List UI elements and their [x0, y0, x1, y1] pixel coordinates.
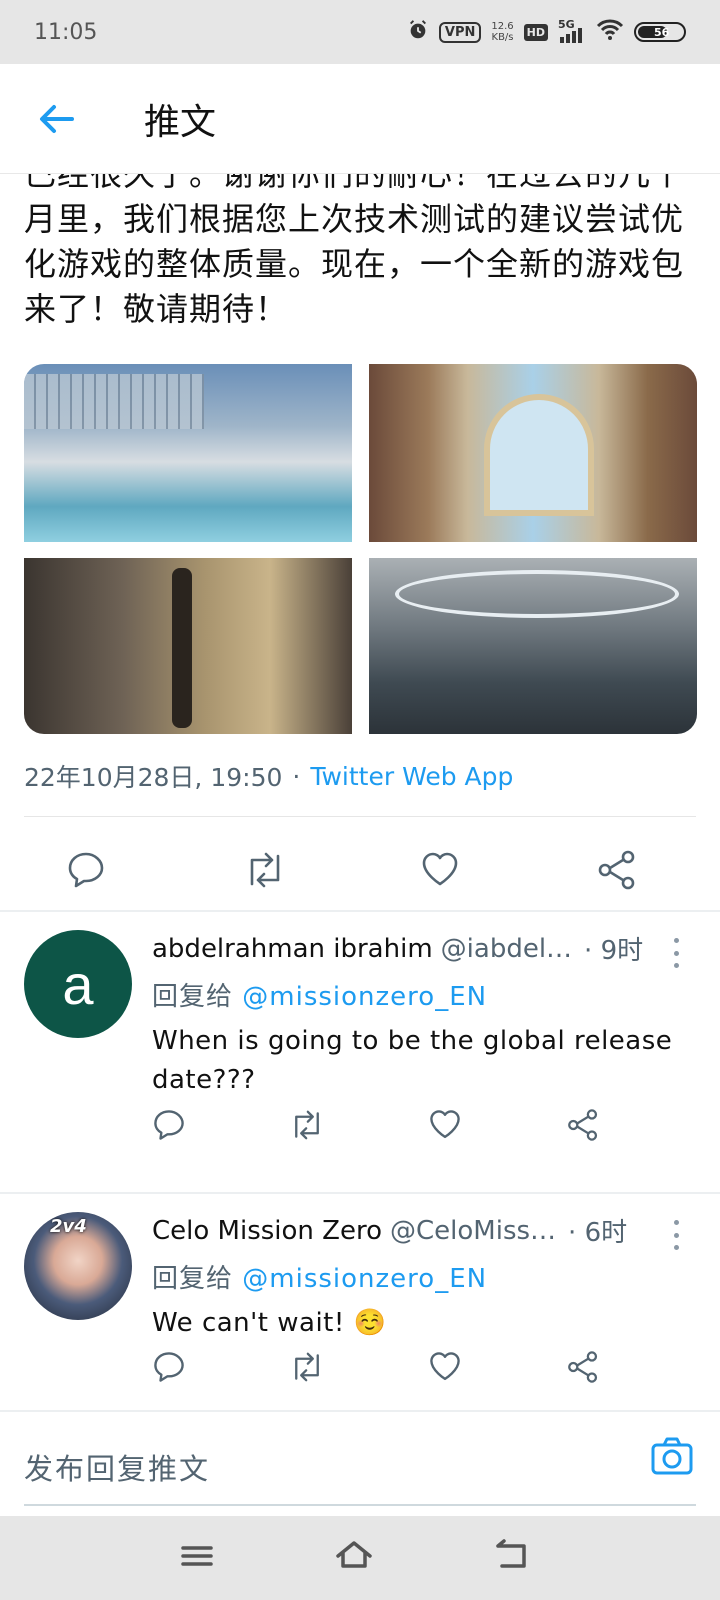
reply-button[interactable] — [66, 850, 106, 890]
share-button[interactable] — [566, 1108, 600, 1142]
battery-icon: 56 — [634, 22, 686, 42]
tweet-media-grid — [24, 364, 697, 734]
retweet-icon — [295, 1110, 319, 1140]
tweet-image-control-room[interactable] — [369, 558, 697, 734]
tweet-actions — [0, 834, 720, 910]
reply-tweet[interactable]: a abdelrahman ibrahim @iabdel… · 9时 回复给 … — [0, 930, 720, 1166]
reply-author-name[interactable]: abdelrahman ibrahim — [152, 934, 433, 964]
replying-to: 回复给 @missionzero_EN — [152, 1258, 487, 1295]
like-button[interactable] — [420, 850, 460, 890]
status-icons: VPN 12.6 KB/s HD 5G 56 — [407, 18, 686, 45]
retweet-icon — [295, 1352, 319, 1382]
reply-author-handle[interactable]: @CeloMiss… — [390, 1216, 556, 1246]
meta-separator: · — [292, 761, 301, 791]
back-icon — [496, 1539, 526, 1568]
vpn-badge: VPN — [438, 21, 482, 43]
comment-icon — [154, 1110, 184, 1140]
replying-to: 回复给 @missionzero_EN — [152, 976, 487, 1013]
speed-unit: KB/s — [491, 32, 514, 43]
system-nav-bar — [0, 1516, 720, 1600]
reply-actions — [152, 1102, 612, 1152]
speed-value: 12.6 — [491, 21, 514, 32]
network-speed: 12.6 KB/s — [491, 21, 513, 43]
avatar[interactable]: a — [24, 930, 132, 1038]
reply-to-label: 回复给 — [152, 1264, 234, 1294]
reply-text: We can't wait! ☺️ — [152, 1308, 387, 1338]
like-button[interactable] — [428, 1108, 462, 1142]
top-app-bar: 推文 — [0, 64, 720, 174]
home-button[interactable] — [334, 1536, 374, 1580]
mention-link[interactable]: @missionzero_EN — [242, 982, 487, 1012]
heart-icon — [430, 1352, 460, 1381]
menu-button[interactable] — [180, 1536, 214, 1580]
tweet-detail: 已经很久了。谢谢你们的耐心！在过去的几个月里，我们根据您上次技术测试的建议尝试优… — [0, 174, 720, 1412]
tweet-source-link[interactable]: Twitter Web App — [310, 762, 513, 791]
reply-actions — [152, 1344, 612, 1394]
share-button[interactable] — [566, 1350, 600, 1384]
tweet-meta: 22年10月28日, 19:50 · Twitter Web App — [24, 758, 513, 794]
like-button[interactable] — [428, 1350, 462, 1384]
signal-icon: 5G — [558, 18, 586, 44]
back-button[interactable] — [26, 89, 86, 149]
camera-icon — [651, 1437, 693, 1475]
tweet-image-statue-hall[interactable] — [24, 558, 352, 734]
reply-button[interactable] — [152, 1350, 186, 1384]
back-nav-button[interactable] — [494, 1536, 530, 1580]
share-icon — [598, 850, 635, 890]
hd-badge: HD — [523, 23, 548, 41]
tweet-image-lobby[interactable] — [369, 364, 697, 542]
network-type: 5G — [558, 18, 575, 31]
share-button[interactable] — [596, 850, 638, 890]
more-options-button[interactable] — [672, 938, 680, 968]
share-icon — [568, 1109, 598, 1141]
avatar-letter: a — [62, 952, 94, 1016]
reply-header: abdelrahman ibrahim @iabdel… · 9时 — [152, 930, 692, 967]
reply-text: When is going to be the global release d… — [152, 1026, 673, 1095]
divider — [24, 816, 696, 817]
arrow-left-icon — [40, 104, 74, 133]
retweet-button[interactable] — [242, 850, 288, 890]
reply-composer[interactable]: 发布回复推文 — [0, 1412, 720, 1516]
more-options-button[interactable] — [672, 1220, 680, 1250]
divider — [0, 910, 720, 912]
reply-author-name[interactable]: Celo Mission Zero — [152, 1216, 382, 1246]
comment-icon — [68, 852, 104, 888]
avatar-logo: 2v4 — [50, 1216, 87, 1237]
alarm-icon — [407, 19, 429, 45]
heart-icon — [422, 852, 458, 886]
status-time: 11:05 — [34, 19, 98, 45]
reply-time: · 6时 — [568, 1218, 628, 1248]
retweet-button[interactable] — [288, 1108, 326, 1142]
reply-author-handle[interactable]: @iabdel… — [441, 934, 572, 964]
wifi-icon — [596, 19, 624, 45]
home-icon — [336, 1541, 372, 1568]
avatar[interactable]: 2v4 — [24, 1212, 132, 1320]
page-title: 推文 — [144, 101, 217, 143]
battery-level: 56 — [654, 25, 670, 39]
share-icon — [568, 1351, 598, 1383]
reply-tweet[interactable]: 2v4 Celo Mission Zero @CeloMiss… · 6时 回复… — [0, 1212, 720, 1402]
reply-header: Celo Mission Zero @CeloMiss… · 6时 — [152, 1212, 692, 1249]
reply-input[interactable]: 发布回复推文 — [24, 1446, 210, 1488]
tweet-image-pool[interactable] — [24, 364, 352, 542]
composer-underline — [24, 1504, 696, 1506]
retweet-button[interactable] — [288, 1350, 326, 1384]
reply-button[interactable] — [152, 1108, 186, 1142]
heart-icon — [430, 1110, 460, 1139]
tweet-text: 已经很久了。谢谢你们的耐心！在过去的几个月里，我们根据您上次技术测试的建议尝试优… — [24, 174, 685, 328]
retweet-icon — [250, 852, 280, 888]
reply-to-label: 回复给 — [152, 982, 234, 1012]
tweet-date: 22年10月28日, 19:50 — [24, 763, 283, 792]
status-bar: 11:05 VPN 12.6 KB/s HD 5G 56 — [0, 0, 720, 64]
reply-time: · 9时 — [584, 936, 644, 966]
camera-button[interactable] — [650, 1434, 694, 1482]
comment-icon — [154, 1352, 184, 1382]
divider — [0, 1192, 720, 1194]
menu-icon — [181, 1546, 213, 1566]
mention-link[interactable]: @missionzero_EN — [242, 1264, 487, 1294]
